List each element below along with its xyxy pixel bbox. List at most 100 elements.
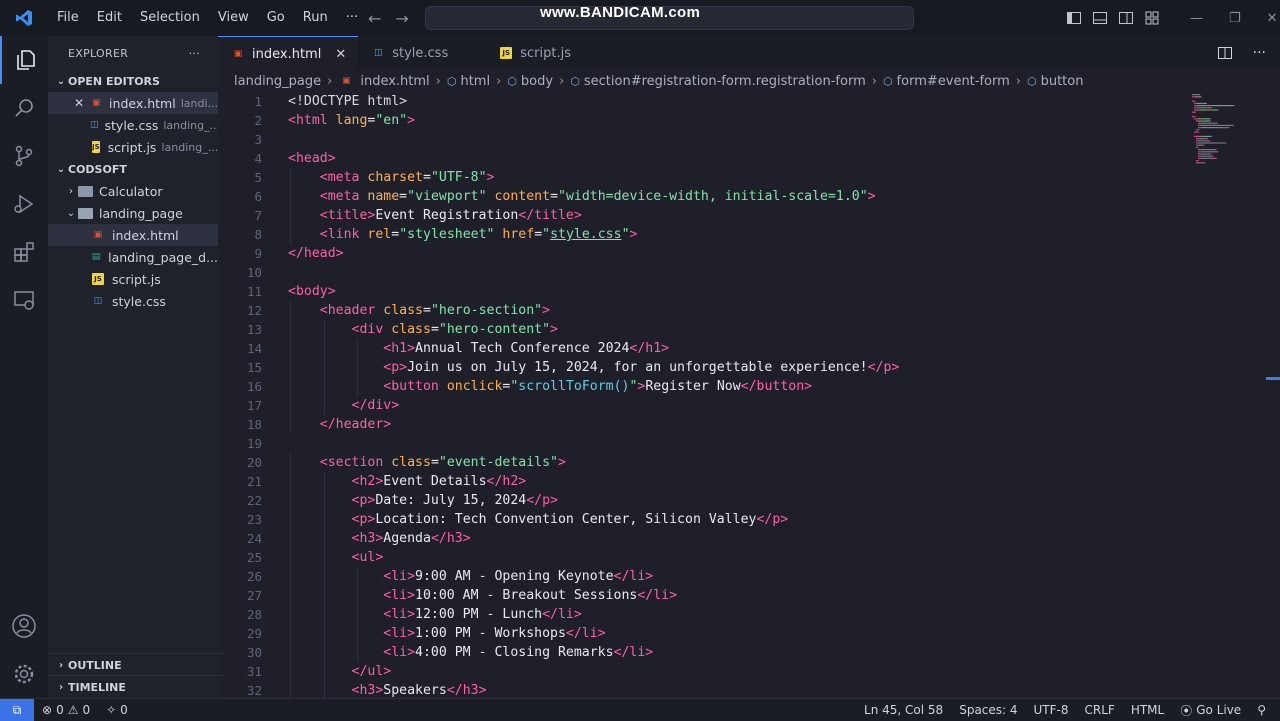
- tab-style-css[interactable]: ◫ style.css: [358, 36, 480, 70]
- minimap-line: [1198, 124, 1200, 126]
- code-line[interactable]: 20 <section class="event-details">: [218, 453, 566, 472]
- code-line[interactable]: 9 </head>: [218, 244, 343, 263]
- code-line[interactable]: 10: [218, 263, 262, 282]
- outline-section[interactable]: › OUTLINE: [48, 653, 224, 676]
- code-line[interactable]: 4 <head>: [218, 149, 335, 168]
- open-editor-item[interactable]: JS script.js landing_...: [48, 136, 218, 158]
- code-line[interactable]: 12 <header class="hero-section">: [218, 301, 550, 320]
- menu-selection[interactable]: Selection: [131, 0, 209, 36]
- breadcrumb-item[interactable]: index.html: [360, 74, 429, 89]
- toggle-primary-sidebar-icon[interactable]: [1066, 10, 1082, 26]
- back-arrow-icon[interactable]: ←: [368, 9, 381, 28]
- account-icon[interactable]: [0, 602, 48, 650]
- more-actions-icon[interactable]: ···: [1253, 45, 1266, 61]
- language-mode[interactable]: HTML: [1131, 703, 1164, 717]
- remote-indicator-icon[interactable]: ⧉: [0, 699, 34, 721]
- code-line[interactable]: 15 <p>Join us on July 15, 2024, for an u…: [218, 358, 899, 377]
- code-line[interactable]: 1 <!DOCTYPE html>: [218, 92, 407, 111]
- tab-script-js[interactable]: JS script.js: [480, 36, 583, 70]
- menu-view[interactable]: View: [209, 0, 258, 36]
- html-file-icon: ▣: [233, 49, 243, 59]
- tree-file-script-js[interactable]: JS script.js: [48, 268, 218, 290]
- code-line[interactable]: 22 <p>Date: July 15, 2024</p>: [218, 491, 558, 510]
- indentation[interactable]: Spaces: 4: [959, 703, 1017, 717]
- code-line[interactable]: 3: [218, 130, 262, 149]
- breadcrumb-item[interactable]: body: [521, 74, 553, 89]
- run-debug-icon[interactable]: [0, 180, 48, 228]
- code-line[interactable]: 26 <li>9:00 AM - Opening Keynote</li>: [218, 567, 653, 586]
- search-icon[interactable]: [0, 84, 48, 132]
- breadcrumb-item[interactable]: html: [460, 74, 490, 89]
- code-line[interactable]: 25 <ul>: [218, 548, 383, 567]
- breadcrumb-item[interactable]: button: [1041, 74, 1084, 89]
- code-line[interactable]: 21 <h2>Event Details</h2>: [218, 472, 526, 491]
- code-line[interactable]: 17 </div>: [218, 396, 399, 415]
- source-control-icon[interactable]: [0, 132, 48, 180]
- code-line[interactable]: 30 <li>4:00 PM - Closing Remarks</li>: [218, 643, 653, 662]
- menu-go[interactable]: Go: [258, 0, 294, 36]
- close-tab-icon[interactable]: ✕: [335, 47, 346, 62]
- code-line[interactable]: 32 <h3>Speakers</h3>: [218, 681, 487, 698]
- menu-more[interactable]: ···: [337, 0, 367, 36]
- tab-index-html[interactable]: ▣ index.html ✕: [218, 36, 359, 71]
- menu-file[interactable]: File: [48, 0, 88, 36]
- explorer-more-button[interactable]: ···: [189, 47, 200, 60]
- breadcrumb-item[interactable]: section#registration-form.registration-f…: [584, 74, 866, 89]
- code-line[interactable]: 11 <body>: [218, 282, 336, 301]
- go-live-button[interactable]: ⦿ Go Live: [1180, 702, 1241, 719]
- code-line[interactable]: 27 <li>10:00 AM - Breakout Sessions</li>: [218, 586, 677, 605]
- code-line[interactable]: 5 <meta charset="UTF-8">: [218, 168, 494, 187]
- code-line[interactable]: 28 <li>12:00 PM - Lunch</li>: [218, 605, 582, 624]
- open-editor-item[interactable]: ✕ ▣ index.html landi...: [48, 92, 218, 114]
- code-line[interactable]: 24 <h3>Agenda</h3>: [218, 529, 471, 548]
- problems-indicator[interactable]: ⊗ 0 ⚠ 0: [42, 703, 90, 717]
- code-line[interactable]: 7 <title>Event Registration</title>: [218, 206, 581, 225]
- tree-file-style-css[interactable]: ◫ style.css: [48, 290, 218, 312]
- tree-folder-calculator[interactable]: › Calculator: [48, 180, 218, 202]
- split-editor-icon[interactable]: [1217, 45, 1233, 61]
- code-line[interactable]: 23 <p>Location: Tech Convention Center, …: [218, 510, 788, 529]
- code-line[interactable]: 2 <html lang="en">: [218, 111, 415, 130]
- menu-run[interactable]: Run: [294, 0, 337, 36]
- tree-file-index-html[interactable]: ▣ index.html: [48, 224, 218, 246]
- notifications-bell-icon[interactable]: ⚲: [1257, 703, 1266, 717]
- tree-file-landing-page-doc[interactable]: ▤ landing_page_d...: [48, 246, 218, 268]
- end-of-line[interactable]: CRLF: [1085, 703, 1115, 717]
- menu-edit[interactable]: Edit: [88, 0, 131, 36]
- open-editor-item[interactable]: ◫ style.css landing_...: [48, 114, 218, 136]
- code-line[interactable]: 13 <div class="hero-content">: [218, 320, 558, 339]
- breadcrumb-item[interactable]: form#event-form: [897, 74, 1010, 89]
- restore-icon[interactable]: ❐: [1229, 11, 1241, 26]
- close-editor-icon[interactable]: ✕: [74, 96, 89, 110]
- workspace-section[interactable]: ⌄ CODSOFT: [48, 158, 218, 180]
- open-editors-section[interactable]: ⌄ OPEN EDITORS: [48, 70, 218, 92]
- extensions-icon[interactable]: [0, 228, 48, 276]
- code-line[interactable]: 14 <h1>Annual Tech Conference 2024</h1>: [218, 339, 669, 358]
- toggle-secondary-sidebar-icon[interactable]: [1118, 10, 1134, 26]
- explorer-icon[interactable]: [0, 36, 50, 84]
- code-line[interactable]: 18 </header>: [218, 415, 391, 434]
- code-line[interactable]: 8 <link rel="stylesheet" href="style.css…: [218, 225, 637, 244]
- code-line[interactable]: 6 <meta name="viewport" content="width=d…: [218, 187, 875, 206]
- code-line[interactable]: 29 <li>1:00 PM - Workshops</li>: [218, 624, 606, 643]
- settings-gear-icon[interactable]: [0, 650, 48, 698]
- chevron-right-icon: ›: [69, 185, 73, 197]
- code-line[interactable]: 19: [218, 434, 262, 453]
- breadcrumb-item[interactable]: landing_page: [234, 74, 321, 89]
- customize-layout-icon[interactable]: [1144, 10, 1160, 26]
- editor-scrollbar[interactable]: [1266, 92, 1280, 698]
- remote-explorer-icon[interactable]: [0, 276, 48, 324]
- timeline-section[interactable]: › TIMELINE: [48, 675, 224, 698]
- code-editor[interactable]: 1 <!DOCTYPE html> 2 <html lang="en"> 3 4 <head…: [218, 92, 1188, 698]
- minimize-icon[interactable]: —: [1190, 11, 1203, 26]
- forward-arrow-icon[interactable]: →: [395, 9, 408, 28]
- encoding[interactable]: UTF-8: [1034, 703, 1069, 717]
- ports-indicator[interactable]: ✧ 0: [106, 703, 128, 717]
- code-line[interactable]: 31 </ul>: [218, 662, 391, 681]
- code-line[interactable]: 16 <button onclick="scrollToForm()">Regi…: [218, 377, 812, 396]
- toggle-panel-icon[interactable]: [1092, 10, 1108, 26]
- cursor-position[interactable]: Ln 45, Col 58: [864, 703, 943, 717]
- minimap[interactable]: [1188, 92, 1266, 698]
- tree-folder-landing-page[interactable]: ⌄ landing_page: [48, 202, 218, 224]
- close-window-icon[interactable]: ✕: [1267, 11, 1278, 26]
